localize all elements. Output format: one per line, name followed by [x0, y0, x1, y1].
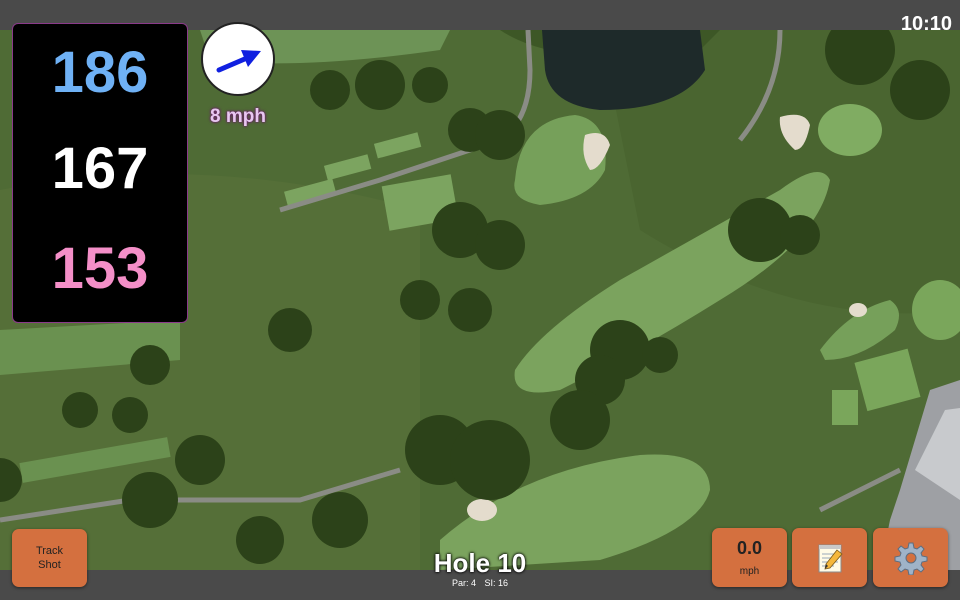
- wind-arrow-icon: [216, 50, 261, 73]
- distance-panel: 186 167 153: [12, 23, 188, 323]
- hole-info: Par: 4 SI: 16: [380, 578, 580, 588]
- back-distance: 186: [51, 40, 149, 105]
- track-shot-button[interactable]: Track Shot: [12, 529, 87, 587]
- center-distance: 167: [51, 136, 149, 201]
- notepad-icon: [818, 544, 843, 572]
- speed-button[interactable]: 0.0 mph: [712, 528, 787, 587]
- speed-unit: mph: [739, 565, 760, 577]
- hole-title: Hole 10: [433, 548, 527, 578]
- track-shot-label: Track Shot: [35, 545, 64, 571]
- wind-indicator[interactable]: [201, 22, 275, 96]
- settings-button[interactable]: [873, 528, 948, 587]
- hole-par: Par: 4: [451, 578, 476, 588]
- gear-icon: [894, 542, 927, 575]
- front-distance: 153: [51, 236, 149, 301]
- speed-value: 0.0: [736, 537, 763, 558]
- wind-speed: 8 mph: [210, 106, 266, 127]
- hole-stroke-index: SI: 16: [484, 578, 509, 588]
- notes-button[interactable]: [792, 528, 867, 587]
